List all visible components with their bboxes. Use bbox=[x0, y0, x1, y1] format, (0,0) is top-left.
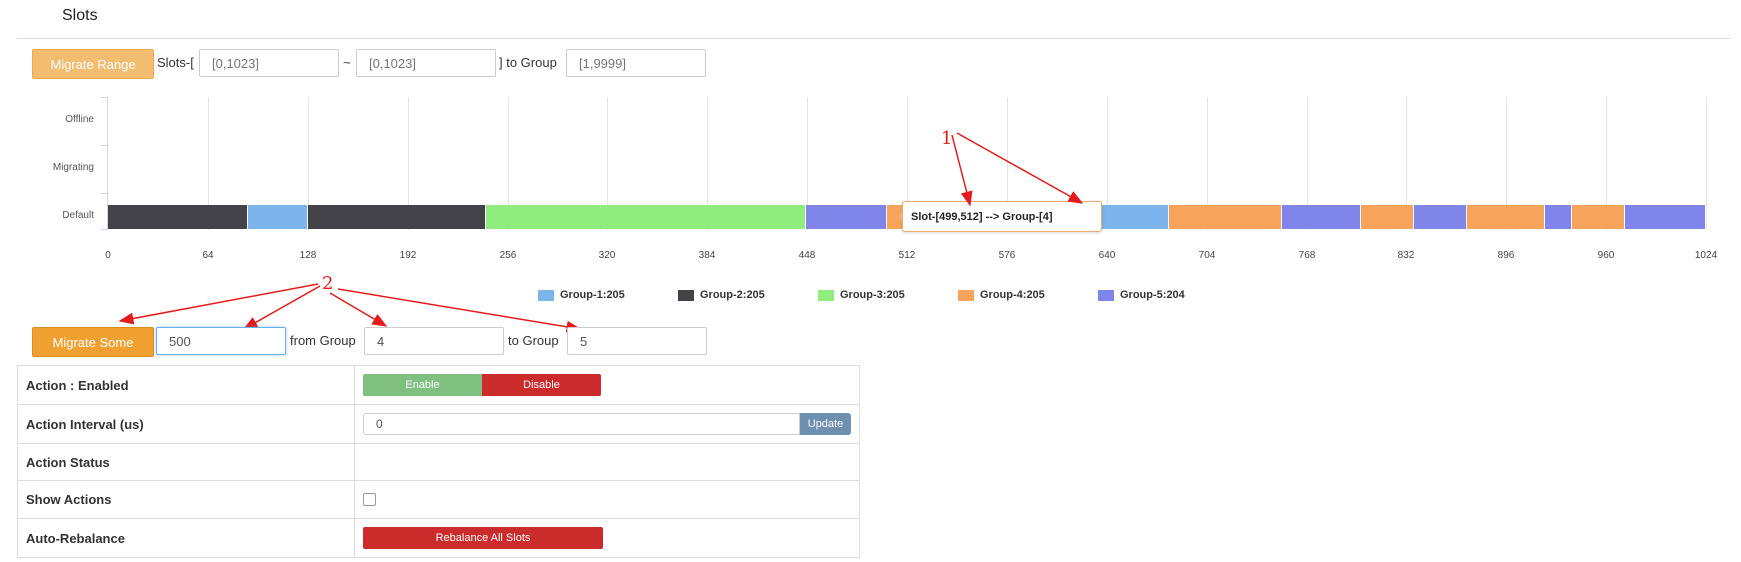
annotation-arrow-1b bbox=[956, 132, 1084, 204]
table-row: Action : Enabled Enable Disable bbox=[17, 365, 860, 405]
show-actions-checkbox[interactable] bbox=[363, 493, 376, 506]
auto-rebalance-cell: Rebalance All Slots bbox=[354, 518, 860, 558]
action-toggle-cell: Enable Disable bbox=[354, 365, 860, 405]
annotation-number-2: 2 bbox=[322, 273, 334, 294]
from-group-input[interactable] bbox=[364, 327, 504, 355]
annotation-arrow-2d bbox=[337, 288, 582, 333]
update-button[interactable]: Update bbox=[800, 413, 851, 435]
show-actions-label: Show Actions bbox=[17, 480, 355, 519]
action-interval-input[interactable] bbox=[363, 413, 800, 435]
action-label: Action : Enabled bbox=[17, 365, 355, 405]
annotation-arrow-2c bbox=[329, 292, 388, 327]
migrate-count-input[interactable] bbox=[156, 327, 286, 355]
action-interval-label: Action Interval (us) bbox=[17, 404, 355, 444]
auto-rebalance-label: Auto-Rebalance bbox=[17, 518, 355, 558]
to-group-input[interactable] bbox=[567, 327, 707, 355]
to-group-label: to Group bbox=[508, 333, 559, 348]
action-interval-cell: Update bbox=[354, 404, 860, 444]
rebalance-all-button[interactable]: Rebalance All Slots bbox=[363, 527, 603, 549]
show-actions-cell bbox=[354, 480, 860, 519]
from-group-label: from Group bbox=[290, 333, 356, 348]
table-row: Auto-Rebalance Rebalance All Slots bbox=[17, 518, 860, 558]
table-row: Show Actions bbox=[17, 480, 860, 519]
action-status-cell bbox=[354, 443, 860, 481]
enable-button[interactable]: Enable bbox=[363, 374, 482, 396]
migrate-some-button[interactable]: Migrate Some bbox=[32, 327, 154, 357]
action-status-label: Action Status bbox=[17, 443, 355, 481]
annotation-number-1: 1 bbox=[941, 128, 953, 149]
annotation-arrow-2a bbox=[118, 283, 319, 325]
annotation-arrow-1a bbox=[951, 134, 973, 207]
settings-table: Action : Enabled Enable Disable Action I… bbox=[17, 365, 860, 558]
table-row: Action Status bbox=[17, 443, 860, 481]
disable-button[interactable]: Disable bbox=[482, 374, 601, 396]
table-row: Action Interval (us) Update bbox=[17, 404, 860, 444]
annotation-arrow-2b bbox=[242, 285, 321, 330]
